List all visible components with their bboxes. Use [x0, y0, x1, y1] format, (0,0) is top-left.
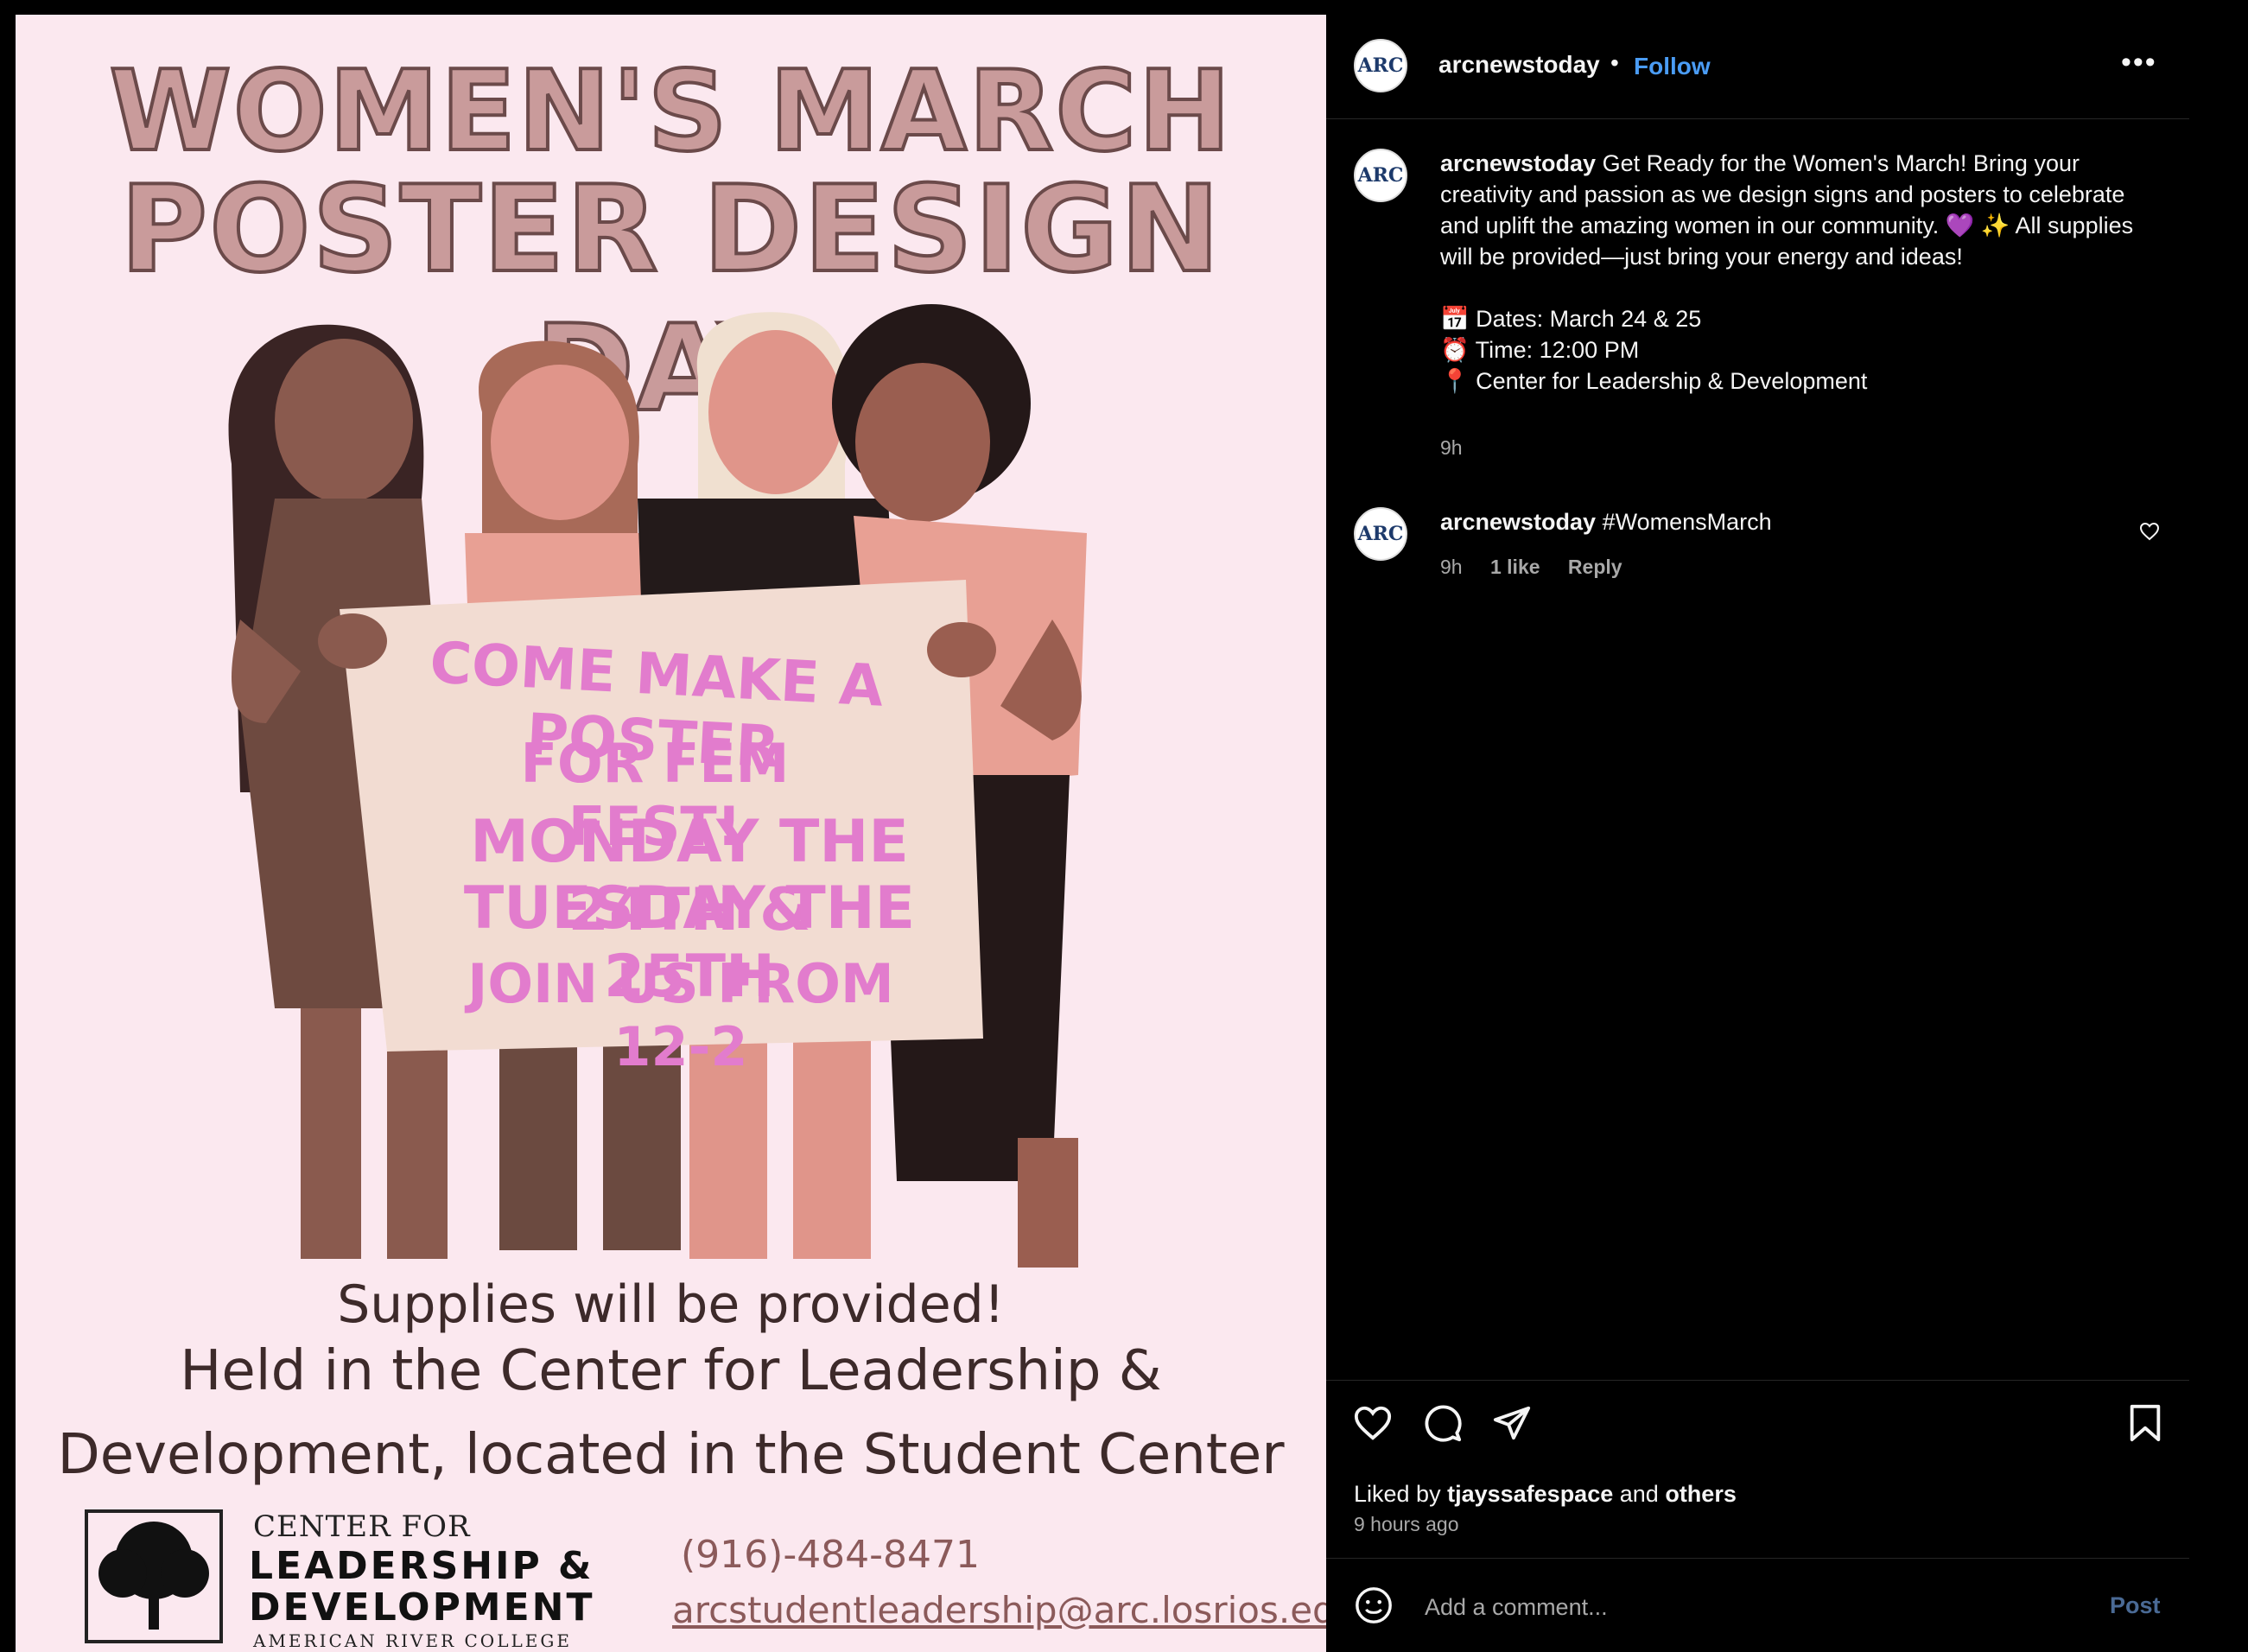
caption-time: ⏰ Time: 12:00 PM — [1440, 337, 1640, 363]
post-image[interactable]: WOMEN'S MARCH POSTER DESIGN DAY COME MAK… — [16, 15, 1326, 1652]
comment-input[interactable] — [1423, 1589, 2031, 1625]
liked-by-others[interactable]: others — [1665, 1481, 1737, 1507]
heart-icon[interactable] — [2138, 521, 2161, 542]
poster-phone: (916)-484-8471 — [681, 1533, 981, 1577]
avatar[interactable]: ARC — [1354, 39, 1407, 92]
liked-by-and: and — [1619, 1481, 1659, 1507]
frame-border — [0, 0, 16, 1652]
caption-username[interactable]: arcnewstoday — [1440, 150, 1596, 176]
comment-likes[interactable]: 1 like — [1490, 556, 1540, 578]
more-icon[interactable]: ••• — [2121, 46, 2157, 79]
likes-summary: Liked by tjayssafespace and others — [1354, 1481, 1737, 1508]
logo-line3: DEVELOPMENT — [249, 1585, 595, 1630]
emoji-icon[interactable] — [1354, 1585, 1394, 1625]
comment-icon[interactable] — [1423, 1403, 1463, 1443]
poster-info-line1: Supplies will be provided! — [337, 1274, 1005, 1335]
liked-by-prefix: Liked by — [1354, 1481, 1441, 1507]
caption-location: 📍 Center for Leadership & Development — [1440, 368, 1868, 394]
poster-info-line2: Held in the Center for Leadership & — [180, 1339, 1162, 1403]
share-icon[interactable] — [1492, 1403, 1532, 1443]
comment-text: arcnewstoday #WomensMarch — [1440, 509, 1772, 536]
caption-text: arcnewstoday Get Ready for the Women's M… — [1440, 148, 2140, 397]
tree-icon — [85, 1509, 223, 1643]
poster-email: arcstudentleadership@arc.losrios.edu — [672, 1589, 1326, 1631]
caption-dates: 📅 Dates: March 24 & 25 — [1440, 306, 1702, 332]
actions-divider — [1326, 1380, 2189, 1381]
header-username[interactable]: arcnewstoday — [1438, 51, 1600, 79]
follow-button[interactable]: Follow — [1634, 53, 1711, 80]
comment-meta: 9h 1 like Reply — [1440, 556, 1645, 579]
logo-line4: AMERICAN RIVER COLLEGE — [253, 1630, 572, 1651]
bookmark-icon[interactable] — [2128, 1403, 2162, 1443]
window-edge — [2189, 0, 2248, 1652]
banner-line5: JOIN US FROM 12-2 — [467, 952, 894, 1078]
caption-avatar[interactable]: ARC — [1354, 149, 1407, 202]
post-button[interactable]: Post — [2110, 1592, 2161, 1619]
poster-info-line3: Development, located in the Student Cent… — [57, 1423, 1285, 1487]
logo-line2: LEADERSHIP & — [249, 1544, 594, 1588]
cld-logo: CENTER FOR LEADERSHIP & DEVELOPMENT AMER… — [85, 1509, 595, 1651]
logo-line1: CENTER FOR — [253, 1509, 471, 1544]
header-separator: • — [1610, 49, 1619, 76]
post-time-ago[interactable]: 9 hours ago — [1354, 1513, 1458, 1536]
comment-avatar[interactable]: ARC — [1354, 507, 1407, 561]
comment-time[interactable]: 9h — [1440, 556, 1463, 578]
liked-by-user[interactable]: tjayssafespace — [1447, 1481, 1613, 1507]
post-header: ARC arcnewstoday • Follow ••• — [1326, 15, 2189, 119]
comment-username[interactable]: arcnewstoday — [1440, 509, 1596, 535]
caption-timestamp[interactable]: 9h — [1440, 436, 1463, 460]
reply-button[interactable]: Reply — [1568, 556, 1622, 578]
heart-icon[interactable] — [1352, 1403, 1394, 1443]
comment-body[interactable]: #WomensMarch — [1603, 509, 1772, 535]
comment-bar-divider — [1326, 1558, 2189, 1559]
post-side-panel: ARC arcnewstoday • Follow ••• ARC arcnew… — [1326, 15, 2189, 1652]
